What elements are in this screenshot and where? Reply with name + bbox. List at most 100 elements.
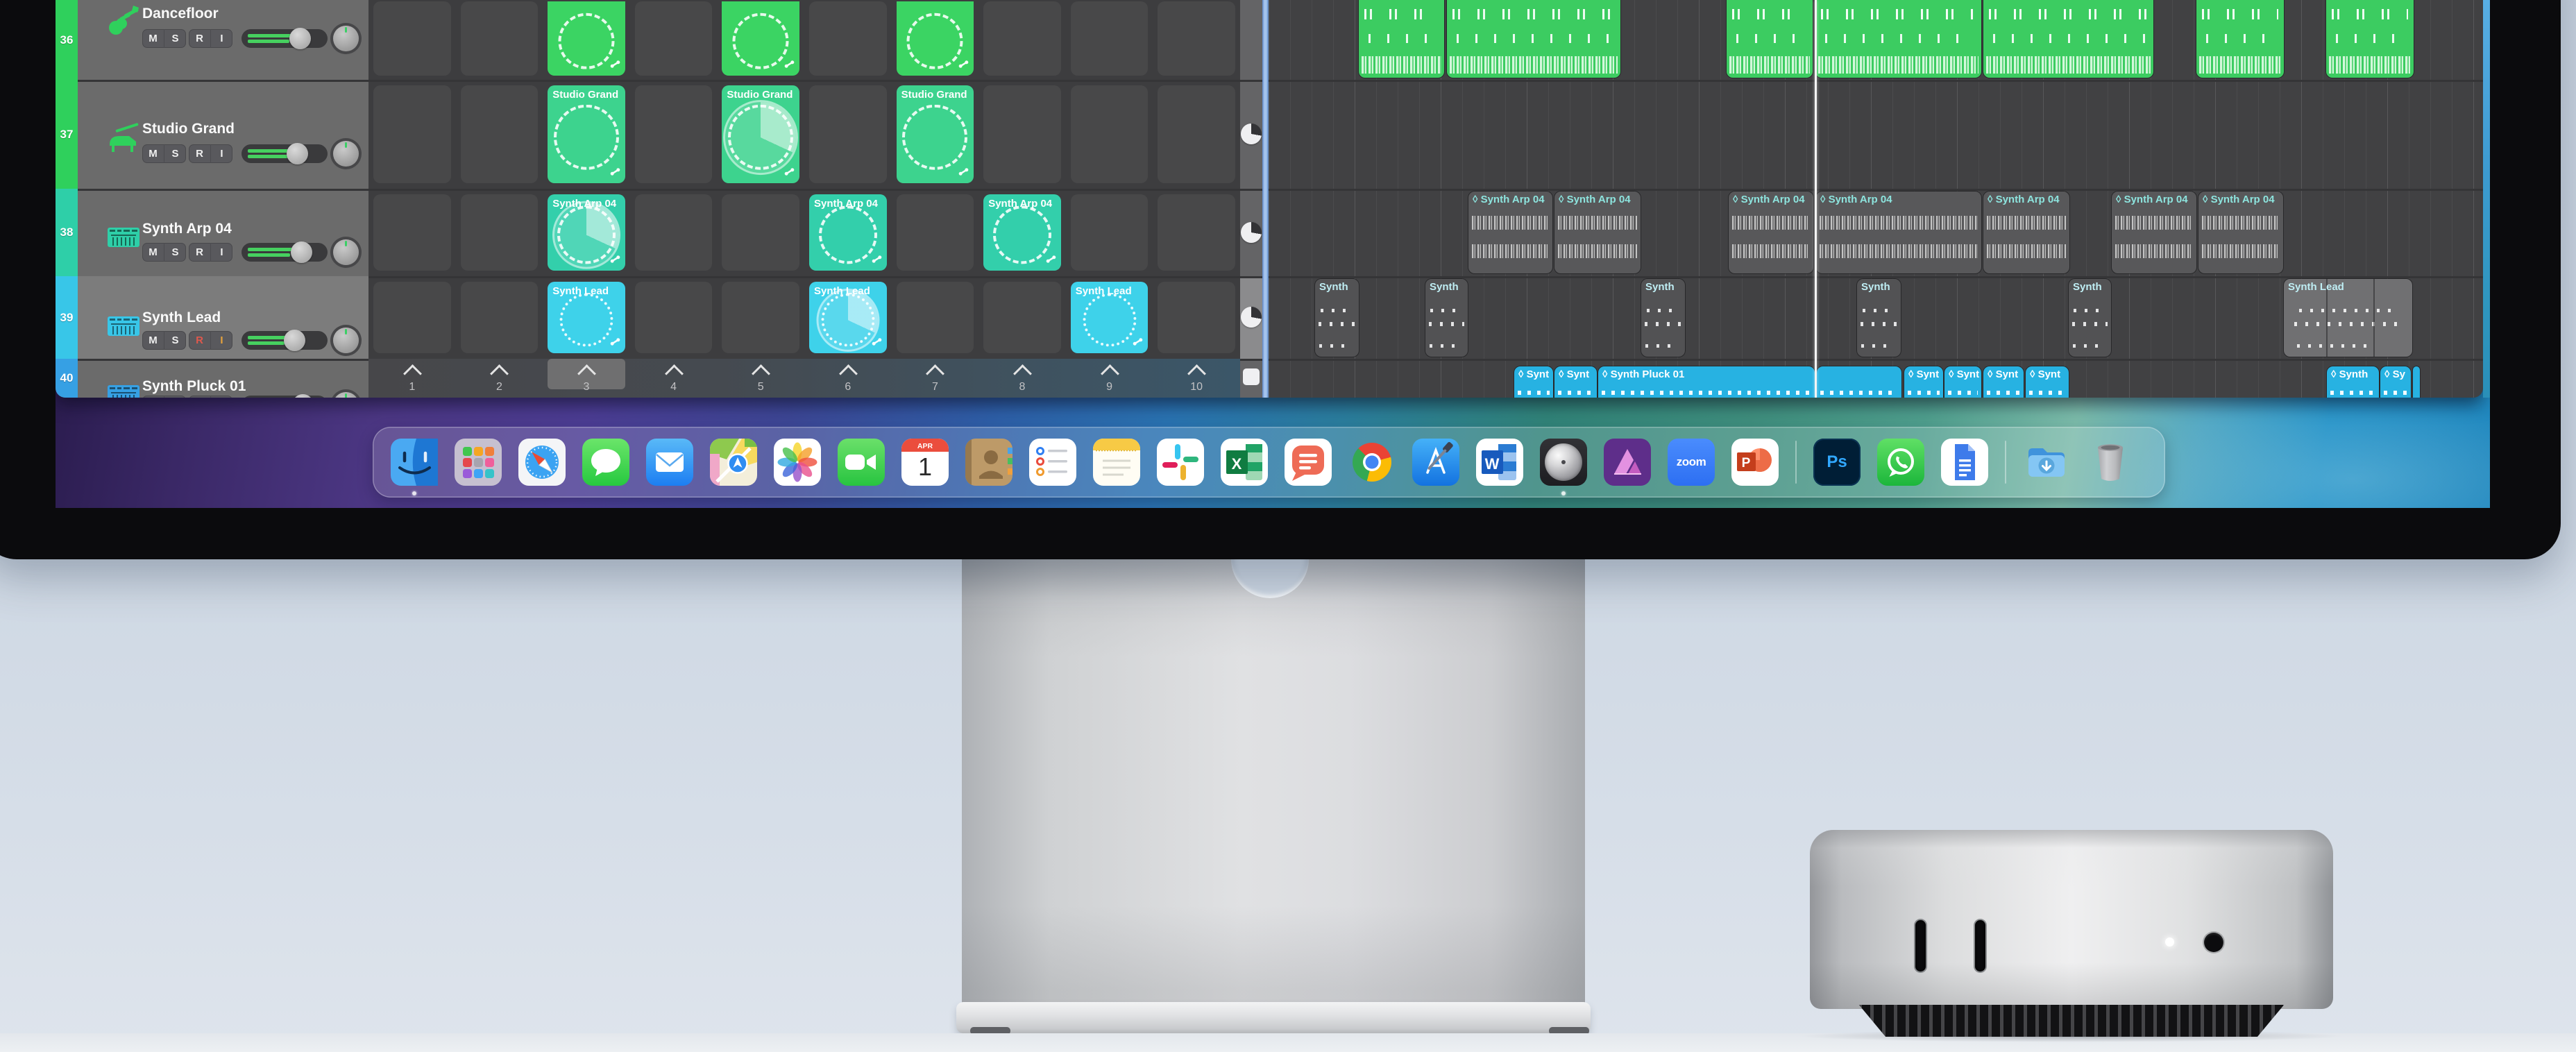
track-header-row-38[interactable]: 38 Synth Arp 04 M S R I: [56, 189, 368, 276]
volume-knob[interactable]: [284, 330, 306, 351]
region-audio-synth-arp[interactable]: ◊ Synth Arp 04: [1554, 192, 1641, 273]
region-midi-synth-pluck[interactable]: ◊ Synt: [1554, 366, 1597, 398]
empty-cell-slot[interactable]: [460, 1, 539, 76]
r-button[interactable]: R: [189, 396, 211, 398]
empty-cell-slot[interactable]: [634, 194, 713, 271]
scene-trigger-8[interactable]: 8: [978, 359, 1066, 398]
r-button[interactable]: R: [189, 243, 211, 262]
region-audio-synth-arp[interactable]: ◊ Synth Arp 04: [1816, 192, 1981, 273]
empty-cell-slot[interactable]: [1070, 85, 1149, 183]
empty-cell-slot[interactable]: [896, 282, 974, 353]
region-midi-synth[interactable]: Synth: [1315, 279, 1359, 357]
i-button[interactable]: I: [211, 29, 232, 48]
empty-cell-slot[interactable]: [373, 282, 451, 353]
empty-cell-slot[interactable]: [634, 282, 713, 353]
region-midi-synth[interactable]: Synth Lead: [2284, 279, 2412, 357]
region-midi-synth-pluck[interactable]: ◊ Synt: [1983, 366, 2024, 398]
dock-icon-gdocs[interactable]: [1941, 439, 1988, 486]
scene-trigger-3[interactable]: 3: [543, 359, 630, 398]
pan-knob[interactable]: [333, 239, 359, 265]
region-midi-synth-pluck[interactable]: [1817, 366, 1901, 398]
scene-trigger-1[interactable]: 1: [368, 359, 456, 398]
s-button[interactable]: S: [164, 331, 186, 350]
dock-icon-slack[interactable]: [1157, 439, 1204, 486]
loop-cell-synth-arp-04-scene-8[interactable]: Synth Arp 04: [983, 194, 1061, 271]
dock-icon-photos[interactable]: [774, 439, 821, 486]
m-button[interactable]: M: [142, 243, 164, 262]
scene-trigger-6[interactable]: 6: [804, 359, 892, 398]
loop-cell-dancefloor-scene-7[interactable]: [896, 1, 974, 76]
dock-icon-trash[interactable]: [2087, 439, 2134, 486]
loop-cell-studio-grand-scene-7[interactable]: Studio Grand: [896, 85, 974, 183]
i-button[interactable]: I: [211, 331, 232, 350]
dock-icon-whatsapp[interactable]: [1877, 439, 1924, 486]
scene-trigger-9[interactable]: 9: [1066, 359, 1153, 398]
dock-icon-zoomapp[interactable]: zoom: [1668, 439, 1715, 486]
empty-cell-slot[interactable]: [634, 85, 713, 183]
track-header-row-39[interactable]: 39 Synth Lead M S R I: [56, 276, 368, 359]
loop-cell-synth-lead-scene-6[interactable]: Synth Lead: [809, 282, 887, 353]
r-button[interactable]: R: [189, 331, 211, 350]
dock-icon-safari[interactable]: [518, 439, 566, 486]
dock-icon-photoshop[interactable]: Ps: [1813, 439, 1861, 486]
scene-trigger-5[interactable]: 5: [717, 359, 804, 398]
volume-slider[interactable]: [242, 28, 328, 49]
m-button[interactable]: M: [142, 29, 164, 48]
volume-knob[interactable]: [291, 394, 314, 398]
loop-cell-synth-arp-04-scene-6[interactable]: Synth Arp 04: [809, 194, 887, 271]
i-button[interactable]: I: [211, 396, 232, 398]
region-midi-green[interactable]: [1447, 0, 1620, 78]
empty-cell-slot[interactable]: [1070, 194, 1149, 271]
region-midi-synth-pluck[interactable]: ◊ Synt: [2026, 366, 2069, 398]
i-button[interactable]: I: [211, 243, 232, 262]
region-midi-green[interactable]: [1727, 0, 1813, 78]
scene-trigger-4[interactable]: 4: [630, 359, 718, 398]
i-button[interactable]: I: [211, 144, 232, 163]
region-audio-synth-arp[interactable]: ◊ Synth Arp 04: [1729, 192, 1813, 273]
dock-icon-finder[interactable]: [391, 439, 438, 495]
stop-all-cells-button[interactable]: [1243, 368, 1260, 385]
empty-cell-slot[interactable]: [460, 194, 539, 271]
empty-cell-slot[interactable]: [983, 1, 1061, 76]
s-button[interactable]: S: [164, 243, 186, 262]
dock-icon-word[interactable]: W: [1476, 439, 1523, 486]
volume-knob[interactable]: [290, 241, 312, 263]
loop-cell-synth-arp-04-scene-3[interactable]: Synth Arp 04: [548, 194, 625, 271]
volume-slider[interactable]: [242, 143, 328, 164]
empty-cell-slot[interactable]: [983, 282, 1061, 353]
volume-slider[interactable]: [242, 330, 328, 351]
loop-cell-studio-grand-scene-5[interactable]: Studio Grand: [722, 85, 799, 183]
empty-cell-slot[interactable]: [373, 1, 451, 76]
empty-cell-slot[interactable]: [1158, 282, 1235, 353]
region-midi-synth-pluck[interactable]: [2413, 366, 2420, 398]
region-audio-synth-arp[interactable]: ◊ Synth Arp 04: [1468, 192, 1552, 273]
dock-icon-chrome[interactable]: [1348, 439, 1396, 486]
loop-cell-dancefloor-scene-5[interactable]: [722, 1, 799, 76]
empty-cell-slot[interactable]: [722, 282, 799, 353]
empty-cell-slot[interactable]: [373, 85, 451, 183]
scene-trigger-10[interactable]: 10: [1153, 359, 1240, 398]
dock-icon-maps[interactable]: [710, 439, 757, 486]
scene-trigger-7[interactable]: 7: [892, 359, 979, 398]
dock-icon-notes[interactable]: [1093, 439, 1140, 486]
pan-knob[interactable]: [333, 141, 359, 167]
dock-icon-logic[interactable]: [1540, 439, 1587, 495]
dock-icon-powerpoint[interactable]: P: [1731, 439, 1779, 486]
loop-cell-synth-lead-scene-9[interactable]: Synth Lead: [1070, 282, 1149, 353]
region-midi-synth-pluck[interactable]: ◊ Synt: [1904, 366, 1943, 398]
scene-trigger-2[interactable]: 2: [456, 359, 543, 398]
dock-icon-launchpad[interactable]: [455, 439, 502, 486]
region-audio-synth-arp[interactable]: ◊ Synth Arp 04: [2198, 192, 2283, 273]
empty-cell-slot[interactable]: [1158, 194, 1235, 271]
loop-cell-studio-grand-scene-3[interactable]: Studio Grand: [548, 85, 625, 183]
empty-cell-slot[interactable]: [460, 85, 539, 183]
track-header-row-36[interactable]: 36 Dancefloor M S R I: [56, 0, 368, 80]
volume-slider[interactable]: [242, 394, 328, 398]
empty-cell-slot[interactable]: [809, 1, 887, 76]
pan-knob[interactable]: [333, 392, 359, 398]
dock-icon-affinity[interactable]: [1604, 439, 1651, 486]
m-button[interactable]: M: [142, 396, 164, 398]
empty-cell-slot[interactable]: [722, 194, 799, 271]
region-midi-synth[interactable]: Synth: [2069, 279, 2111, 357]
track-header-row-40[interactable]: 40 Synth Pluck 01 MSRI: [56, 359, 368, 398]
